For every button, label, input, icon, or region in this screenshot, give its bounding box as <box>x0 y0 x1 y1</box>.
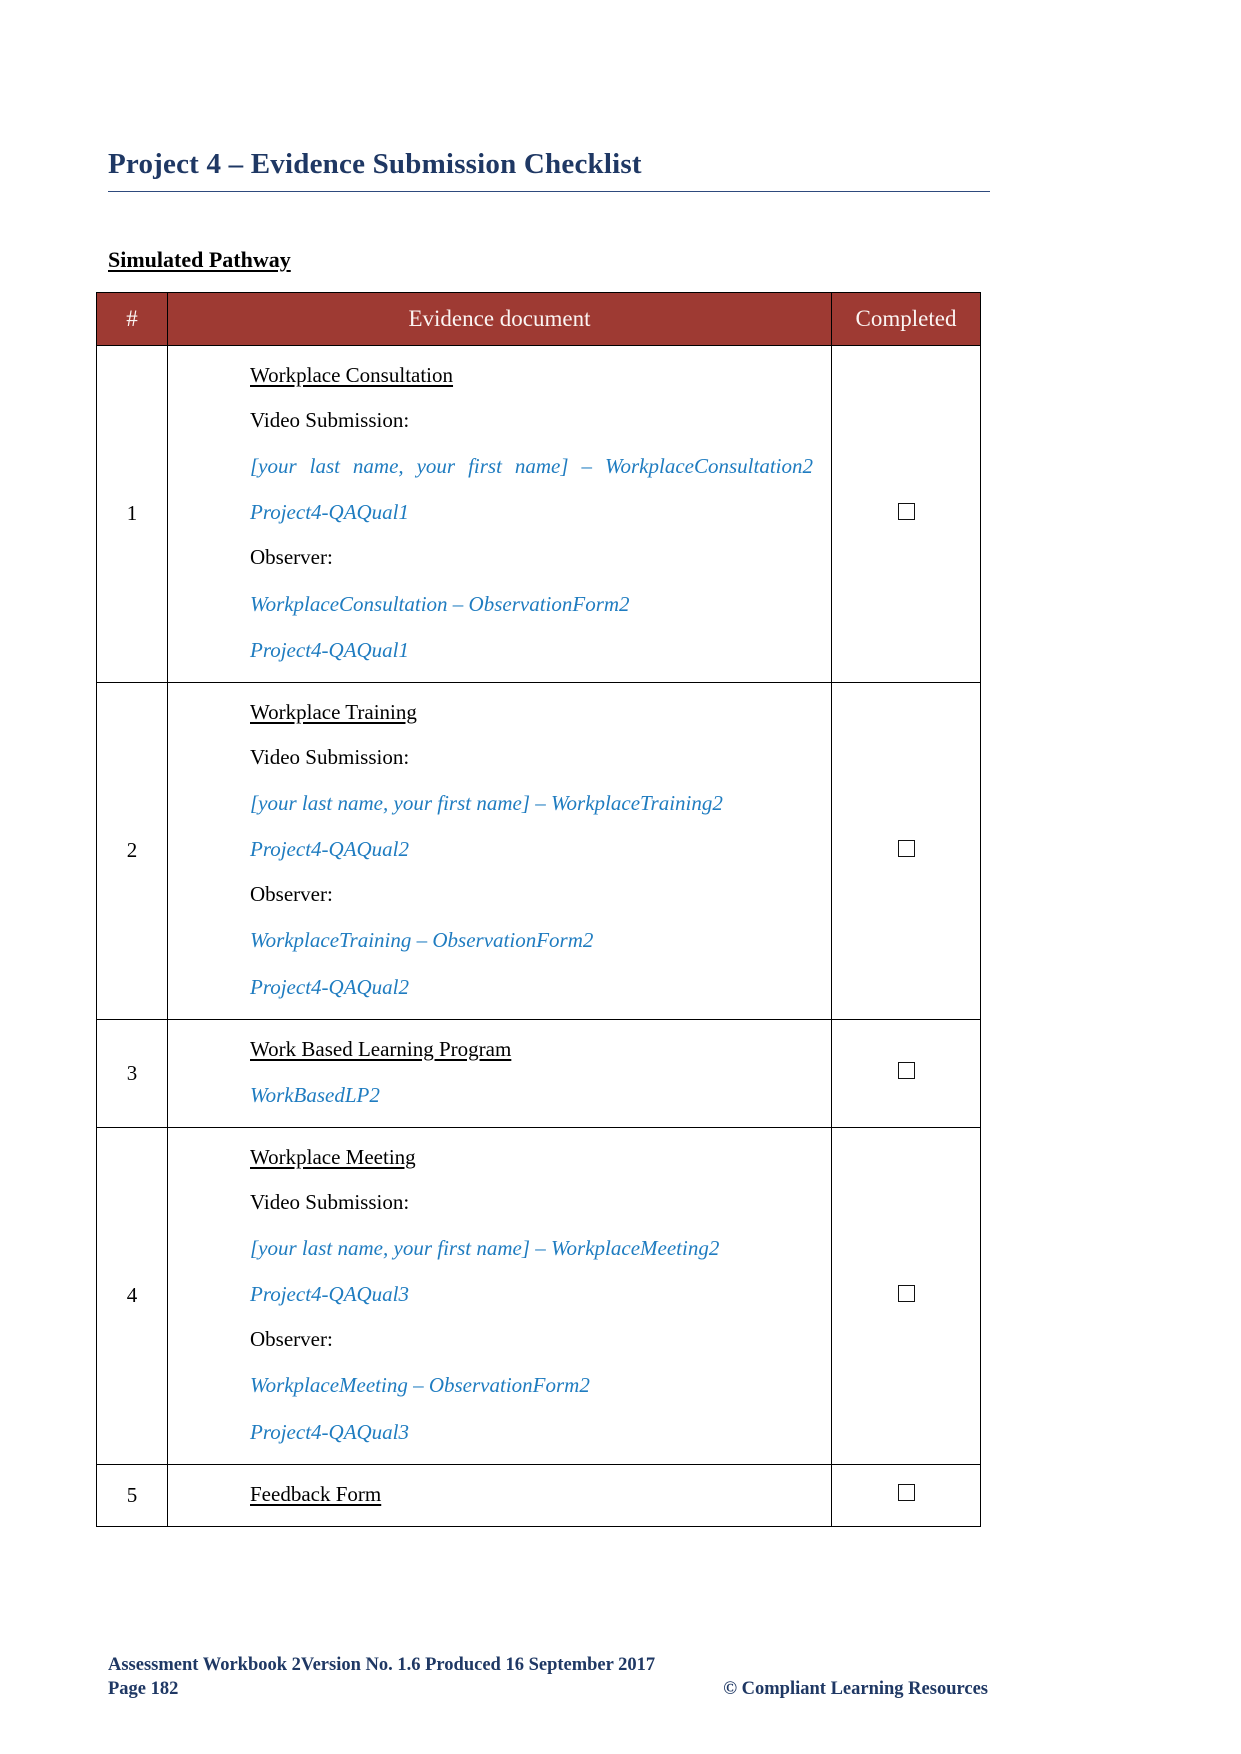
page-footer: Assessment Workbook 2Version No. 1.6 Pro… <box>108 1655 988 1700</box>
table-row: 1 Workplace Consultation Video Submissio… <box>96 345 981 683</box>
video-qual-code: Project4-QAQual3 <box>250 1282 410 1307</box>
column-header-number: # <box>96 292 168 346</box>
row-number: 1 <box>96 345 168 683</box>
row-number: 3 <box>96 1018 168 1128</box>
observer-label: Observer: <box>250 1327 333 1352</box>
completed-cell <box>831 345 981 683</box>
table-row: 3 Work Based Learning Program WorkBasedL… <box>96 1018 981 1128</box>
evidence-document-cell: Workplace Training Video Submission: [yo… <box>167 681 832 1020</box>
completed-checkbox[interactable] <box>897 502 915 520</box>
page-title: Project 4 – Evidence Submission Checklis… <box>108 148 990 192</box>
completed-checkbox[interactable] <box>897 1284 915 1302</box>
footer-bottom-line: Page 182 © Compliant Learning Resources <box>108 1679 988 1700</box>
row-number: 4 <box>96 1126 168 1465</box>
completed-cell <box>831 681 981 1020</box>
table-row: 2 Workplace Training Video Submission: [… <box>96 681 981 1020</box>
video-submission-label: Video Submission: <box>250 408 410 433</box>
table-header-row: # Evidence document Completed <box>96 292 981 346</box>
video-qual-code: Project4-QAQual1 <box>250 500 410 525</box>
section-subheading: Simulated Pathway <box>108 247 291 272</box>
completed-checkbox[interactable] <box>897 1062 915 1080</box>
footer-workbook-version: Assessment Workbook 2Version No. 1.6 Pro… <box>108 1655 656 1675</box>
observer-qual-code: Project4-QAQual1 <box>250 637 410 662</box>
evidence-document-cell: Work Based Learning Program WorkBasedLP2 <box>167 1018 832 1128</box>
observer-label: Observer: <box>250 882 333 907</box>
program-filename: WorkBasedLP2 <box>250 1082 380 1107</box>
row-number: 2 <box>96 681 168 1020</box>
completed-checkbox[interactable] <box>897 1484 915 1502</box>
evidence-title: Workplace Consultation <box>250 363 454 387</box>
column-header-evidence-document: Evidence document <box>167 292 832 346</box>
evidence-title: Workplace Training <box>250 699 417 724</box>
evidence-title: Workplace Meeting <box>250 1144 416 1169</box>
column-header-completed: Completed <box>831 292 981 346</box>
observer-qual-code: Project4-QAQual2 <box>250 974 410 999</box>
evidence-title: Feedback Form <box>250 1481 382 1506</box>
observer-filename: WorkplaceConsultation – ObservationForm2 <box>250 591 630 616</box>
observer-filename: WorkplaceMeeting – ObservationForm2 <box>250 1373 590 1398</box>
evidence-document-cell: Workplace Meeting Video Submission: [you… <box>167 1126 832 1465</box>
observer-qual-code: Project4-QAQual3 <box>250 1419 410 1444</box>
document-page: Project 4 – Evidence Submission Checklis… <box>0 0 1241 1754</box>
video-filename: [your last name, your first name] – Work… <box>250 1236 720 1261</box>
evidence-checklist-table: # Evidence document Completed 1 Workplac… <box>96 292 981 1527</box>
video-submission-label: Video Submission: <box>250 1190 410 1215</box>
evidence-document-cell: Workplace Consultation Video Submission:… <box>167 345 832 683</box>
video-submission-label: Video Submission: <box>250 744 410 769</box>
video-filename: [your last name, your first name] – Work… <box>250 791 723 816</box>
evidence-document-cell: Feedback Form <box>167 1463 832 1527</box>
row-number: 5 <box>96 1463 168 1527</box>
video-filename: [your last name, your first name] – Work… <box>250 454 813 479</box>
completed-cell <box>831 1018 981 1128</box>
completed-checkbox[interactable] <box>897 839 915 857</box>
footer-copyright: © Compliant Learning Resources <box>723 1679 988 1699</box>
video-qual-code: Project4-QAQual2 <box>250 837 410 862</box>
observer-label: Observer: <box>250 545 333 570</box>
completed-cell <box>831 1126 981 1465</box>
evidence-title: Work Based Learning Program <box>250 1036 512 1061</box>
table-row: 4 Workplace Meeting Video Submission: [y… <box>96 1126 981 1465</box>
table-row: 5 Feedback Form <box>96 1463 981 1527</box>
observer-filename: WorkplaceTraining – ObservationForm2 <box>250 928 594 953</box>
completed-cell <box>831 1463 981 1527</box>
footer-page-number: Page 182 <box>108 1679 179 1699</box>
